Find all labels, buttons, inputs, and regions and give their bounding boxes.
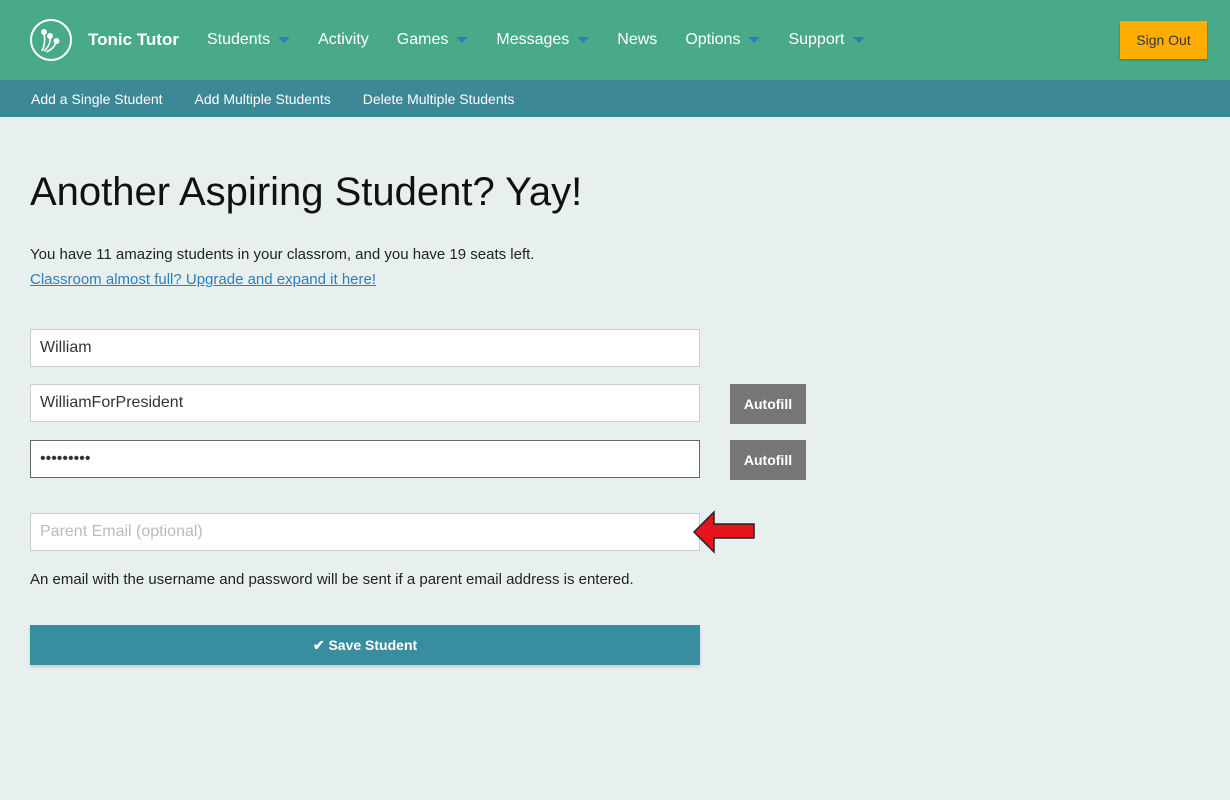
username-input[interactable] <box>30 384 700 422</box>
nav-label: Support <box>788 31 845 48</box>
caret-down-icon <box>278 37 291 43</box>
red-arrow-icon <box>692 510 755 554</box>
caret-down-icon <box>852 37 865 43</box>
nav-label: Activity <box>318 31 369 48</box>
sign-out-button[interactable]: Sign Out <box>1120 21 1207 59</box>
subnav-delete-multiple[interactable]: Delete Multiple Students <box>363 91 515 107</box>
nav-support[interactable]: Support <box>788 31 865 49</box>
sub-nav: Add a Single Student Add Multiple Studen… <box>0 80 1230 117</box>
nav-activity[interactable]: Activity <box>318 31 369 49</box>
parent-email-input[interactable] <box>30 513 700 551</box>
caret-down-icon <box>577 37 590 43</box>
nav-label: Games <box>396 31 449 48</box>
nav-options[interactable]: Options <box>685 31 761 49</box>
save-student-button[interactable]: ✔ Save Student <box>30 625 700 665</box>
nav-games[interactable]: Games <box>397 31 469 49</box>
logo-icon[interactable] <box>30 19 72 61</box>
subnav-add-multiple[interactable]: Add Multiple Students <box>195 91 331 107</box>
nav-label: Options <box>685 31 741 48</box>
caret-down-icon <box>456 37 469 43</box>
page-title: Another Aspiring Student? Yay! <box>30 170 583 214</box>
subnav-add-single[interactable]: Add a Single Student <box>31 91 163 107</box>
autofill-username-button[interactable]: Autofill <box>730 384 806 424</box>
caret-down-icon <box>748 37 761 43</box>
nav-label: Messages <box>496 31 570 48</box>
seats-info: You have 11 amazing students in your cla… <box>30 246 535 263</box>
nav-students[interactable]: Students <box>206 31 291 49</box>
upgrade-link[interactable]: Classroom almost full? Upgrade and expan… <box>30 271 376 288</box>
nav-messages[interactable]: Messages <box>496 31 590 49</box>
email-note: An email with the username and password … <box>30 571 634 588</box>
nav-label: Students <box>206 31 271 48</box>
nav-label: News <box>617 31 658 48</box>
brand-name[interactable]: Tonic Tutor <box>88 30 179 50</box>
top-nav: Tonic Tutor Students Activity Games Mess… <box>0 0 1230 80</box>
password-input[interactable] <box>30 440 700 478</box>
first-name-input[interactable] <box>30 329 700 367</box>
autofill-password-button[interactable]: Autofill <box>730 440 806 480</box>
nav-news[interactable]: News <box>617 31 657 49</box>
